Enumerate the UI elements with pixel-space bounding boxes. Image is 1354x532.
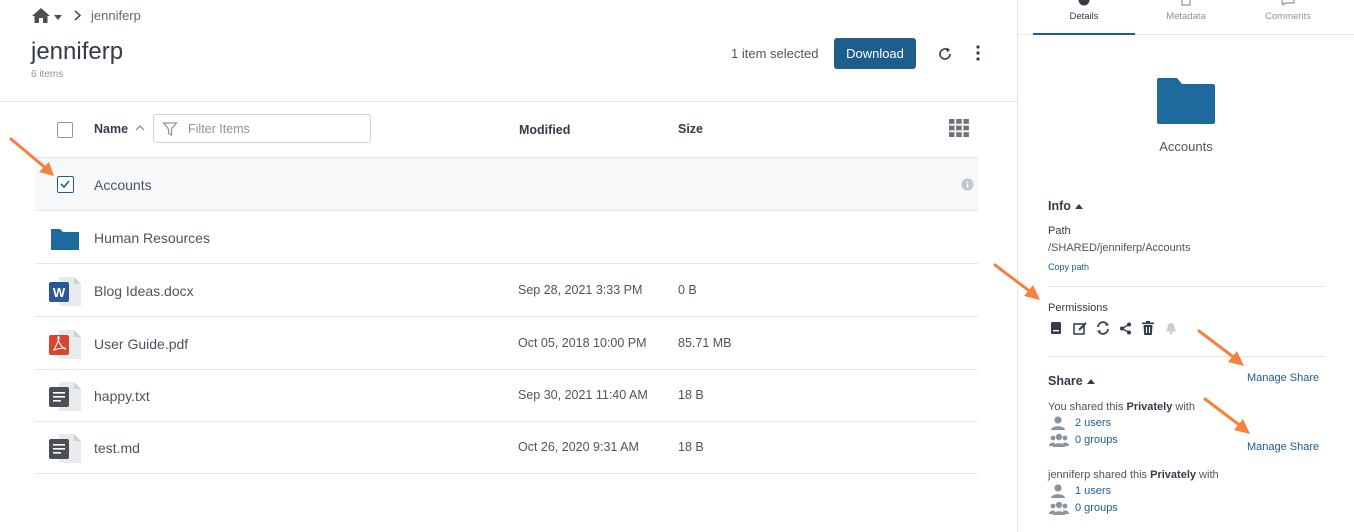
refresh-icon [939, 47, 951, 60]
row-size: 18 B [678, 388, 704, 402]
select-all-checkbox[interactable] [57, 122, 73, 138]
row-name[interactable]: User Guide.pdf [94, 336, 188, 352]
table-row[interactable]: W Blog Ideas.docx Sep 28, 2021 3:33 PM 0… [35, 264, 978, 317]
row-size: 18 B [678, 440, 704, 454]
column-name[interactable]: Name [94, 122, 128, 136]
table-row[interactable]: Human Resources [35, 211, 978, 264]
tab-comments[interactable]: Comments [1237, 0, 1339, 35]
share-description: You shared this Privately with [1048, 401, 1195, 413]
share-icon [1120, 322, 1131, 334]
toolbar-divider [0, 101, 1017, 102]
details-panel: Details Metadata Comments Accounts Info … [1017, 0, 1354, 532]
column-size[interactable]: Size [678, 122, 703, 136]
notify-icon [1166, 322, 1176, 334]
row-size: 0 B [678, 283, 697, 297]
row-modified: Oct 05, 2018 10:00 PM [518, 336, 647, 350]
comments-icon [1281, 0, 1295, 6]
metadata-icon [1181, 0, 1191, 6]
info-section-toggle[interactable]: Info [1048, 199, 1083, 213]
breadcrumb-current[interactable]: jenniferp [91, 8, 141, 23]
groups-link[interactable]: 0 groups [1075, 502, 1118, 514]
groups-link[interactable]: 0 groups [1075, 434, 1118, 446]
selected-item-name: Accounts [1159, 139, 1213, 154]
file-browser: jenniferp jenniferp 6 items 1 item selec… [0, 0, 1017, 532]
selection-count: 1 item selected [731, 46, 819, 61]
breadcrumb: jenniferp [31, 5, 141, 25]
caret-up-icon [1086, 378, 1095, 384]
page-title: jenniferp [31, 38, 124, 65]
row-name[interactable]: test.md [94, 440, 140, 456]
details-icon [1078, 0, 1090, 6]
chevron-down-icon [54, 14, 62, 20]
chevron-right-icon [74, 9, 81, 21]
tab-metadata[interactable]: Metadata [1135, 0, 1237, 35]
folder-icon [1157, 78, 1215, 124]
column-modified[interactable]: Modified [519, 123, 570, 137]
share-section-toggle[interactable]: Share [1048, 374, 1095, 388]
table-header: Name Modified Size [35, 104, 978, 158]
tab-details[interactable]: Details [1033, 0, 1135, 35]
copy-path-link[interactable]: Copy path [1048, 262, 1089, 272]
delete-icon [1142, 321, 1154, 335]
panel-tabs: Details Metadata Comments [1018, 0, 1354, 35]
path-label: Path [1048, 225, 1071, 237]
user-icon [1051, 484, 1065, 498]
more-vertical-icon [976, 45, 980, 61]
info-icon[interactable] [961, 178, 974, 191]
word-document-icon: W [49, 277, 81, 306]
grid-icon [949, 119, 969, 137]
users-link[interactable]: 1 users [1075, 485, 1111, 497]
filter-input-wrapper [153, 114, 371, 143]
section-divider [1048, 286, 1325, 287]
share-description: jenniferp shared this Privately with [1048, 469, 1219, 481]
row-modified: Sep 28, 2021 3:33 PM [518, 283, 643, 297]
sync-icon [1097, 321, 1109, 335]
users-link[interactable]: 2 users [1075, 417, 1111, 429]
filter-input[interactable] [188, 120, 363, 138]
group-icon [1049, 433, 1069, 447]
group-icon [1049, 501, 1069, 515]
path-value: /SHARED/jenniferp/Accounts [1048, 242, 1191, 254]
table-row[interactable]: User Guide.pdf Oct 05, 2018 10:00 PM 85.… [35, 317, 978, 370]
table-row[interactable]: happy.txt Sep 30, 2021 11:40 AM 18 B [35, 369, 978, 422]
sort-asc-icon[interactable] [135, 123, 145, 133]
filter-icon [162, 122, 178, 136]
section-divider [1048, 356, 1325, 357]
share-groups: 0 groups [1049, 433, 1118, 447]
row-name[interactable]: happy.txt [94, 388, 150, 404]
share-groups: 0 groups [1049, 501, 1118, 515]
item-count: 6 items [31, 69, 64, 80]
row-modified: Sep 30, 2021 11:40 AM [518, 388, 648, 402]
more-options-button[interactable] [970, 44, 986, 62]
view-icon [1051, 322, 1061, 334]
permissions-icons [1050, 320, 1188, 336]
row-name[interactable]: Human Resources [94, 230, 210, 246]
home-icon [32, 7, 50, 23]
checkmark-icon [60, 180, 70, 189]
row-name[interactable]: Blog Ideas.docx [94, 283, 194, 299]
table-row[interactable]: test.md Oct 26, 2020 9:31 AM 18 B [35, 421, 978, 474]
row-checkbox-checked[interactable] [57, 176, 74, 193]
share-users: 2 users [1049, 416, 1111, 430]
row-name[interactable]: Accounts [94, 177, 152, 193]
refresh-button[interactable] [936, 45, 954, 63]
user-icon [1051, 416, 1065, 430]
home-button[interactable] [31, 7, 62, 24]
manage-share-link[interactable]: Manage Share [1247, 372, 1319, 384]
edit-icon [1073, 322, 1087, 335]
table-row[interactable]: Accounts [35, 158, 978, 211]
download-button[interactable]: Download [834, 38, 916, 69]
folder-icon [51, 229, 79, 250]
permissions-label: Permissions [1048, 302, 1108, 314]
text-document-icon [49, 434, 81, 463]
grid-view-button[interactable] [949, 119, 969, 137]
pdf-document-icon [49, 330, 81, 359]
svg-text:W: W [53, 285, 66, 300]
manage-share-link[interactable]: Manage Share [1247, 441, 1319, 453]
row-modified: Oct 26, 2020 9:31 AM [518, 440, 639, 454]
row-size: 85.71 MB [678, 336, 732, 350]
caret-up-icon [1074, 203, 1083, 209]
share-users: 1 users [1049, 484, 1111, 498]
text-document-icon [49, 382, 81, 411]
